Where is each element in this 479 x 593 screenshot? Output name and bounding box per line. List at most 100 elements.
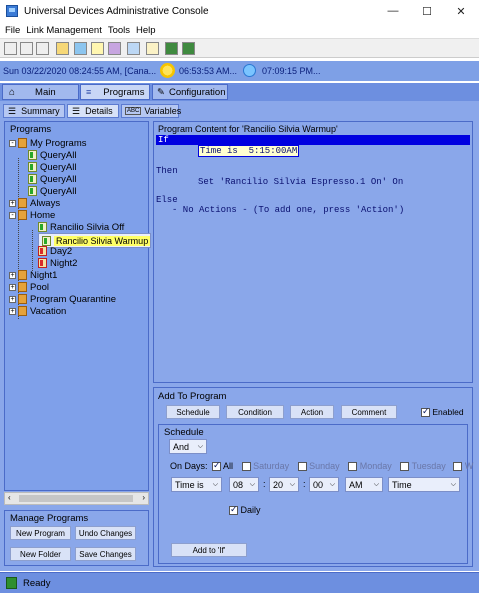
document-icon[interactable] xyxy=(146,42,159,55)
tree-node-program[interactable]: QueryAll xyxy=(28,149,76,161)
folder-icon xyxy=(18,306,27,316)
add-to-program-title: Add To Program xyxy=(158,391,227,402)
saturday-checkbox[interactable] xyxy=(241,462,251,472)
tree-node-program[interactable]: QueryAll xyxy=(28,161,76,173)
tree-node-home[interactable]: - Home xyxy=(9,209,55,221)
collapse-all-icon[interactable] xyxy=(20,42,33,55)
daily-checkbox[interactable] xyxy=(229,504,238,516)
monday-checkbox[interactable] xyxy=(348,462,358,472)
tuesday-checkbox[interactable] xyxy=(400,462,410,472)
device-icon[interactable] xyxy=(165,42,178,55)
program-code-editor[interactable]: If Time is 5:15:00AM Then Set 'Rancilio … xyxy=(156,135,470,381)
sunday-checkbox[interactable] xyxy=(297,462,307,472)
tab-programs[interactable]: ≡ Programs xyxy=(80,84,150,100)
then-action[interactable]: Set 'Rancilio Silvia Espresso.1 On' On xyxy=(198,177,403,187)
menu-link-management[interactable]: Link Management xyxy=(26,25,102,36)
chevron-down-icon: ⌵ xyxy=(197,443,203,450)
current-date: Sun 03/22/2020 08:24:55 AM, [Cana... xyxy=(3,66,157,76)
lightbulb-icon[interactable] xyxy=(91,42,104,55)
scrollbar-thumb[interactable] xyxy=(19,495,133,502)
schedule-button[interactable]: Schedule xyxy=(166,405,220,419)
folder-icon xyxy=(18,198,27,208)
else-action[interactable]: - No Actions - (To add one, press 'Actio… xyxy=(172,205,404,215)
program-content: Program Content for 'Rancilio Silvia War… xyxy=(153,121,473,383)
program-true-icon xyxy=(28,174,37,184)
tab-configuration[interactable]: ✎ Configuration xyxy=(152,84,228,100)
else-keyword[interactable]: Else xyxy=(156,195,178,205)
program-true-icon xyxy=(28,162,37,172)
tree-node-program[interactable]: Rancilio Silvia Off xyxy=(38,221,124,233)
variables-icon: ABC xyxy=(125,107,142,115)
program-false-icon xyxy=(38,258,47,268)
tree-node-program[interactable]: Night2 xyxy=(38,257,77,269)
chevron-down-icon: ⌵ xyxy=(450,481,456,488)
tree-node-program[interactable]: QueryAll xyxy=(28,173,76,185)
tree-node-vacation[interactable]: + Vacation xyxy=(9,305,66,317)
comment-button[interactable]: Comment xyxy=(341,405,397,419)
tab-variables[interactable]: ABC Variables xyxy=(121,104,181,118)
tree-header: Programs xyxy=(10,124,52,135)
tree-node-program[interactable]: Day2 xyxy=(38,245,72,257)
daily-label: Daily xyxy=(240,505,261,515)
save-changes-button[interactable]: Save Changes xyxy=(75,547,136,561)
close-button[interactable]: ✕ xyxy=(444,0,478,22)
chart-icon[interactable] xyxy=(127,42,140,55)
hour-select[interactable]: 08 ⌵ xyxy=(229,477,259,492)
enabled-checkbox-row[interactable]: Enabled xyxy=(421,406,464,418)
program-tree[interactable]: Programs - My Programs QueryAll QueryAll … xyxy=(4,121,152,491)
second-select[interactable]: 00 ⌵ xyxy=(309,477,339,492)
menu-tools[interactable]: Tools xyxy=(108,25,130,36)
sunrise-time: 06:53:53 AM... xyxy=(179,66,238,76)
add-to-if-button[interactable]: Add to 'If' xyxy=(171,543,247,557)
minute-select[interactable]: 20 ⌵ xyxy=(269,477,299,492)
minimize-button[interactable]: — xyxy=(376,0,410,22)
tree-node-always[interactable]: + Always xyxy=(9,197,60,209)
time-reference-select[interactable]: Time ⌵ xyxy=(388,477,460,492)
chevron-down-icon: ⌵ xyxy=(329,481,335,488)
title-bar: Universal Devices Administrative Console… xyxy=(0,0,479,22)
then-keyword[interactable]: Then xyxy=(156,166,178,176)
status-text: Ready xyxy=(23,578,51,589)
tab-summary[interactable]: ☰ Summary xyxy=(3,104,65,118)
menu-help[interactable]: Help xyxy=(136,25,156,36)
am-pm-select[interactable]: AM ⌵ xyxy=(345,477,383,492)
module-icon[interactable] xyxy=(182,42,195,55)
new-folder-button[interactable]: New Folder xyxy=(10,547,71,561)
globe-icon[interactable] xyxy=(74,42,87,55)
if-condition[interactable]: Time is 5:15:00AM xyxy=(198,145,300,157)
and-or-select[interactable]: And ⌵ xyxy=(169,439,207,454)
sort-icon[interactable] xyxy=(36,42,49,55)
scroll-right-icon[interactable]: › xyxy=(142,493,145,502)
tools-icon[interactable] xyxy=(108,42,121,55)
details-icon: ☰ xyxy=(72,105,81,116)
tree-node-pool[interactable]: + Pool xyxy=(9,281,49,293)
tree-node-program[interactable]: QueryAll xyxy=(28,185,76,197)
wednesday-checkbox[interactable] xyxy=(453,462,463,472)
enabled-checkbox[interactable] xyxy=(421,406,430,418)
all-days-checkbox[interactable] xyxy=(212,460,222,472)
manage-programs-title: Manage Programs xyxy=(10,513,89,524)
if-keyword[interactable]: If xyxy=(156,135,470,145)
tree-node-my-programs[interactable]: - My Programs xyxy=(9,137,86,149)
new-program-button[interactable]: New Program xyxy=(10,526,71,540)
condition-button[interactable]: Condition xyxy=(226,405,284,419)
scroll-left-icon[interactable]: ‹ xyxy=(8,493,11,502)
tab-main[interactable]: ⌂ Main xyxy=(2,84,79,100)
on-days-label: On Days: xyxy=(170,461,208,471)
tab-details[interactable]: ☰ Details xyxy=(67,104,119,118)
daily-checkbox-row[interactable]: Daily xyxy=(229,504,261,516)
folder-icon[interactable] xyxy=(56,42,69,55)
maximize-button[interactable]: ☐ xyxy=(410,0,444,22)
action-button[interactable]: Action xyxy=(290,405,334,419)
time-type-select[interactable]: Time is ⌵ xyxy=(171,477,222,492)
undo-changes-button[interactable]: Undo Changes xyxy=(75,526,136,540)
tree-node-night1[interactable]: + Night1 xyxy=(9,269,57,281)
menu-file[interactable]: File xyxy=(5,25,20,36)
tree-horizontal-scrollbar[interactable]: ‹ › xyxy=(4,492,149,505)
folder-icon xyxy=(18,282,27,292)
tree-line xyxy=(32,230,33,271)
program-content-caption: Program Content for 'Rancilio Silvia War… xyxy=(158,124,338,134)
expand-all-icon[interactable] xyxy=(4,42,17,55)
tree-node-program-quarantine[interactable]: + Program Quarantine xyxy=(9,293,116,305)
programs-panel: ☰ Summary ☰ Details ABC Variables Progra… xyxy=(0,101,479,571)
